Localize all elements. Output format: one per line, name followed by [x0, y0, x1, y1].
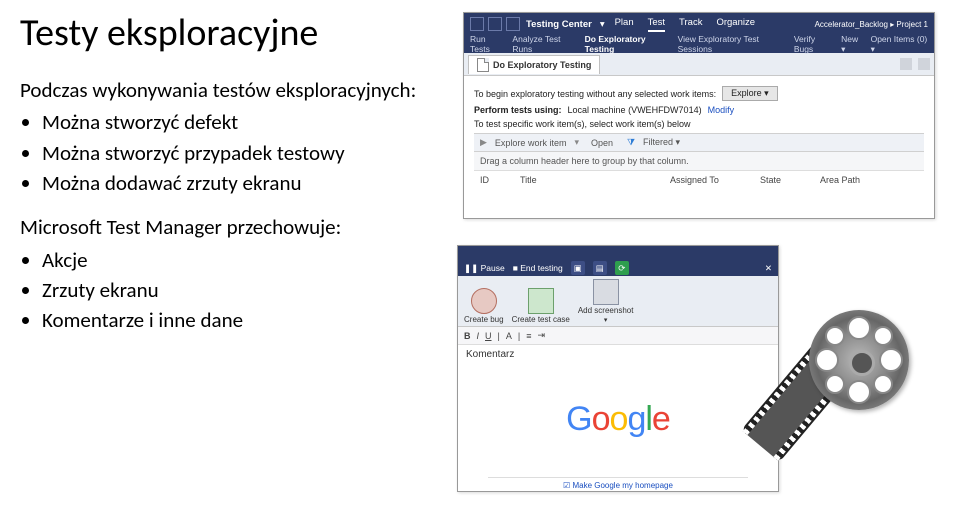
list-item: Można stworzyć przypadek testowy — [42, 139, 440, 167]
tool-icon-2[interactable]: ▤ — [593, 261, 607, 275]
film-reel-illustration — [779, 290, 939, 450]
create-test-case-button[interactable]: Create test case — [512, 288, 570, 324]
runner-action-bar: Create bug Create test case Add screensh… — [458, 276, 778, 327]
screenshot-icon — [593, 279, 619, 305]
group-hint-row: Drag a column header here to group by th… — [474, 152, 924, 171]
indent-button[interactable]: ⇥ — [537, 330, 545, 341]
perform-tests-value: Local machine (VWEHFDW7014) — [568, 105, 702, 115]
open-button[interactable]: Open — [591, 138, 613, 148]
subtab-verify-bugs[interactable]: Verify Bugs — [794, 34, 833, 54]
explore-button[interactable]: Explore ▾ — [722, 86, 778, 101]
end-testing-button[interactable]: ■ End testing — [513, 263, 563, 273]
intro-text: To begin exploratory testing without any… — [474, 89, 716, 99]
tab-plan[interactable]: Plan — [615, 17, 634, 32]
bold-button[interactable]: B — [464, 331, 471, 341]
testing-center-label[interactable]: Testing Center — [526, 19, 592, 30]
copy-icon[interactable] — [900, 58, 912, 70]
browser-footer: ☑ Make Google my homepage — [458, 477, 778, 490]
tc-sub-tabs: Run Tests Analyze Test Runs Do Explorato… — [464, 35, 934, 53]
create-bug-button[interactable]: Create bug — [464, 288, 504, 324]
tc-document-tabs: Do Exploratory Testing — [464, 53, 934, 76]
format-toolbar: B I U | A | ≡ ⇥ — [458, 327, 778, 345]
section2-heading: Microsoft Test Manager przechowuje: — [20, 213, 440, 241]
subtab-do-exploratory[interactable]: Do Exploratory Testing — [585, 34, 670, 54]
list-item: Komentarze i inne dane — [42, 306, 440, 334]
google-logo: Google — [566, 400, 670, 439]
section2-list: Akcje Zrzuty ekranu Komentarze i inne da… — [42, 246, 440, 335]
work-item-toolbar: ▶ Explore work item ▾ Open ⧩ Filtered ▾ — [474, 133, 924, 152]
col-title[interactable]: Title — [520, 175, 660, 185]
tab-label: Do Exploratory Testing — [493, 60, 591, 70]
filtered-dropdown[interactable]: Filtered ▾ — [643, 137, 680, 148]
tab-test[interactable]: Test — [648, 17, 665, 32]
subtab-view-sessions[interactable]: View Exploratory Test Sessions — [678, 34, 786, 54]
tab-do-exploratory-testing[interactable]: Do Exploratory Testing — [468, 55, 600, 74]
filter-icon[interactable]: ⧩ — [627, 137, 635, 148]
explore-work-item-button[interactable]: Explore work item — [495, 138, 567, 148]
browser-content: Google — [458, 364, 778, 474]
tc-main-tabs: Plan Test Track Organize — [615, 17, 755, 32]
col-id[interactable]: ID — [480, 175, 510, 185]
col-state[interactable]: State — [760, 175, 810, 185]
tool-icon-1[interactable]: ▣ — [571, 261, 585, 275]
modify-link[interactable]: Modify — [708, 105, 735, 115]
comment-label: Komentarz — [458, 345, 778, 364]
runner-titlebar — [458, 246, 778, 260]
underline-button[interactable]: U — [485, 331, 492, 341]
make-google-home-link[interactable]: ☑ Make Google my homepage — [563, 481, 673, 490]
add-screenshot-label: Add screenshot — [578, 306, 634, 315]
bullet-list-button[interactable]: ≡ — [526, 331, 531, 341]
table-columns: ID Title Assigned To State Area Path — [474, 171, 924, 189]
perform-tests-label: Perform tests using: — [474, 105, 562, 115]
close-icon[interactable] — [918, 58, 930, 70]
close-icon[interactable]: ✕ — [765, 263, 772, 274]
bug-icon — [471, 288, 497, 314]
reel-icon — [809, 310, 909, 410]
screenshot-test-runner: ❚❚ Pause ■ End testing ▣ ▤ ⟳ ✕ Create bu… — [457, 245, 779, 492]
create-test-case-label: Create test case — [512, 315, 570, 324]
tab-track[interactable]: Track — [679, 17, 702, 32]
list-item: Można dodawać zrzuty ekranu — [42, 169, 440, 197]
chevron-down-icon: ▾ — [604, 316, 608, 324]
tc-header: Testing Center ▾ Plan Test Track Organiz… — [464, 13, 934, 35]
tab-organize[interactable]: Organize — [716, 17, 755, 32]
back-icon[interactable] — [470, 17, 484, 31]
refresh-icon[interactable]: ⟳ — [615, 261, 629, 275]
select-work-items-text: To test specific work item(s), select wo… — [474, 119, 691, 129]
create-bug-label: Create bug — [464, 315, 504, 324]
section1-heading: Podczas wykonywania testów eksploracyjny… — [20, 76, 440, 104]
test-case-icon — [528, 288, 554, 314]
chevron-right-icon: ▶ — [480, 137, 487, 148]
screenshot-testing-center: Testing Center ▾ Plan Test Track Organiz… — [463, 12, 935, 219]
subtab-analyze-runs[interactable]: Analyze Test Runs — [512, 34, 576, 54]
document-icon — [477, 58, 489, 72]
pause-button[interactable]: ❚❚ Pause — [464, 263, 505, 274]
col-area[interactable]: Area Path — [820, 175, 910, 185]
chevron-down-icon[interactable]: ▾ — [600, 19, 605, 30]
tc-body: To begin exploratory testing without any… — [464, 76, 934, 195]
group-hint-text: Drag a column header here to group by th… — [480, 156, 689, 166]
project-breadcrumb[interactable]: Accelerator_Backlog ▸ Project 1 — [815, 20, 928, 29]
list-item: Można stworzyć defekt — [42, 108, 440, 136]
italic-button[interactable]: I — [477, 331, 480, 341]
forward-icon[interactable] — [488, 17, 502, 31]
content-left: Podczas wykonywania testów eksploracyjny… — [20, 76, 440, 335]
font-color-button[interactable]: A — [506, 331, 512, 341]
new-menu[interactable]: New ▾ — [841, 34, 862, 55]
col-assigned[interactable]: Assigned To — [670, 175, 750, 185]
add-screenshot-button[interactable]: Add screenshot ▾ — [578, 279, 634, 324]
list-item: Akcje — [42, 246, 440, 274]
runner-control-bar: ❚❚ Pause ■ End testing ▣ ▤ ⟳ ✕ — [458, 260, 778, 276]
list-item: Zrzuty ekranu — [42, 276, 440, 304]
open-items-menu[interactable]: Open Items (0) ▾ — [871, 34, 928, 55]
subtab-run-tests[interactable]: Run Tests — [470, 34, 504, 54]
section1-list: Można stworzyć defekt Można stworzyć prz… — [42, 108, 440, 197]
home-icon[interactable] — [506, 17, 520, 31]
